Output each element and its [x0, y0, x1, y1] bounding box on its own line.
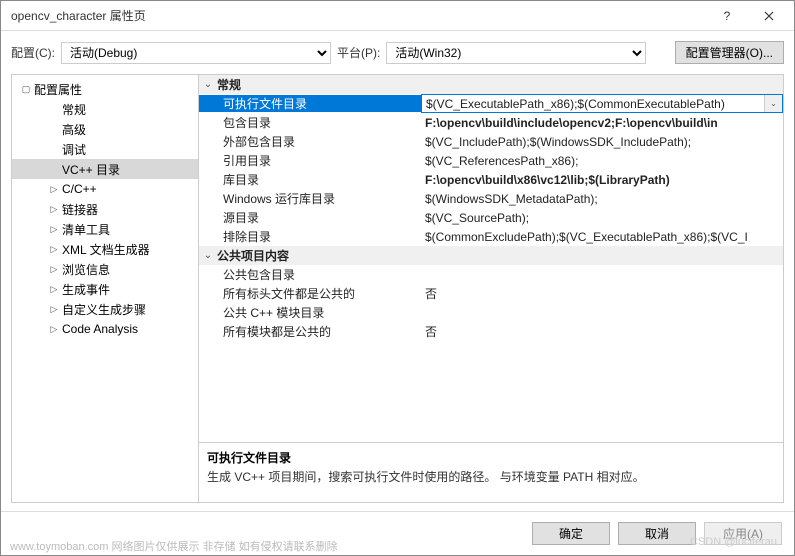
- property-label: Windows 运行库目录: [199, 190, 421, 207]
- property-value[interactable]: F:\opencv\build\include\opencv2;F:\openc…: [421, 116, 783, 130]
- tree-item[interactable]: ▷C/C++: [12, 179, 198, 199]
- property-label: 排除目录: [199, 228, 421, 245]
- property-value[interactable]: $(VC_SourcePath);: [421, 211, 783, 225]
- property-row[interactable]: 库目录F:\opencv\build\x86\vc12\lib;$(Librar…: [199, 170, 783, 189]
- property-value[interactable]: F:\opencv\build\x86\vc12\lib;$(LibraryPa…: [421, 173, 783, 187]
- property-value[interactable]: $(VC_IncludePath);$(WindowsSDK_IncludePa…: [421, 135, 783, 149]
- tree-item[interactable]: ▷生成事件: [12, 279, 198, 299]
- property-label: 引用目录: [199, 152, 421, 169]
- tree-root[interactable]: ▢ 配置属性: [12, 79, 198, 99]
- tree-item-label: C/C++: [62, 182, 97, 196]
- property-row[interactable]: Windows 运行库目录$(WindowsSDK_MetadataPath);: [199, 189, 783, 208]
- property-label: 公共包含目录: [199, 266, 421, 283]
- titlebar: opencv_character 属性页 ?: [1, 1, 794, 31]
- chevron-right-icon: ▷: [48, 204, 60, 215]
- property-row[interactable]: 公共 C++ 模块目录: [199, 303, 783, 322]
- tree-item[interactable]: 调试: [12, 139, 198, 159]
- property-row[interactable]: 排除目录$(CommonExcludePath);$(VC_Executable…: [199, 227, 783, 246]
- tree-item[interactable]: ▷链接器: [12, 199, 198, 219]
- chevron-right-icon: ▷: [48, 304, 60, 315]
- section-header-label: 公共项目内容: [217, 247, 289, 264]
- collapse-icon: ⌄: [199, 79, 217, 90]
- grid-section-header[interactable]: ⌄常规: [199, 75, 783, 94]
- property-value[interactable]: 否: [421, 285, 783, 302]
- chevron-right-icon: ▷: [48, 244, 60, 255]
- property-row[interactable]: 所有标头文件都是公共的否: [199, 284, 783, 303]
- property-value[interactable]: $(CommonExcludePath);$(VC_ExecutablePath…: [421, 230, 783, 244]
- tree-item[interactable]: ▷Code Analysis: [12, 319, 198, 339]
- window-title: opencv_character 属性页: [11, 7, 706, 24]
- tree-item-label: 高级: [62, 121, 86, 138]
- property-label: 源目录: [199, 209, 421, 226]
- tree-root-label: 配置属性: [34, 81, 82, 98]
- tree-item[interactable]: ▷清单工具: [12, 219, 198, 239]
- property-row[interactable]: 所有模块都是公共的否: [199, 322, 783, 341]
- dropdown-button[interactable]: ⌄: [764, 95, 782, 112]
- platform-label: 平台(P):: [337, 44, 380, 61]
- property-label: 包含目录: [199, 114, 421, 131]
- property-value[interactable]: $(WindowsSDK_MetadataPath);: [421, 192, 783, 206]
- chevron-right-icon: ▷: [48, 264, 60, 275]
- close-icon: [764, 11, 774, 21]
- close-button[interactable]: [748, 1, 790, 31]
- tree-item-label: 链接器: [62, 201, 98, 218]
- tree-panel: ▢ 配置属性 常规高级调试VC++ 目录▷C/C++▷链接器▷清单工具▷XML …: [11, 74, 199, 503]
- tree-item-label: 常规: [62, 101, 86, 118]
- property-value[interactable]: $(VC_ExecutablePath_x86);$(CommonExecuta…: [422, 97, 764, 111]
- config-row: 配置(C): 活动(Debug) 平台(P): 活动(Win32) 配置管理器(…: [1, 31, 794, 74]
- grid-section-header[interactable]: ⌄公共项目内容: [199, 246, 783, 265]
- property-row[interactable]: 引用目录$(VC_ReferencesPath_x86);: [199, 151, 783, 170]
- help-button[interactable]: ?: [706, 1, 748, 31]
- tree-item[interactable]: ▷XML 文档生成器: [12, 239, 198, 259]
- apply-button[interactable]: 应用(A): [704, 522, 782, 545]
- section-header-label: 常规: [217, 76, 241, 93]
- tree-item[interactable]: ▷浏览信息: [12, 259, 198, 279]
- chevron-right-icon: ▷: [48, 224, 60, 235]
- description-text: 生成 VC++ 项目期间，搜索可执行文件时使用的路径。 与环境变量 PATH 相…: [207, 468, 775, 485]
- tree-item[interactable]: 常规: [12, 99, 198, 119]
- property-label: 公共 C++ 模块目录: [199, 304, 421, 321]
- property-value[interactable]: 否: [421, 323, 783, 340]
- property-label: 所有模块都是公共的: [199, 323, 421, 340]
- chevron-right-icon: ▷: [48, 284, 60, 295]
- tree-item-label: 清单工具: [62, 221, 110, 238]
- cancel-button[interactable]: 取消: [618, 522, 696, 545]
- tree-item[interactable]: 高级: [12, 119, 198, 139]
- tree-item-label: XML 文档生成器: [62, 241, 150, 258]
- tree-item-label: 生成事件: [62, 281, 110, 298]
- tree-item[interactable]: VC++ 目录: [12, 159, 198, 179]
- tree-item[interactable]: ▷自定义生成步骤: [12, 299, 198, 319]
- property-panel: ⌄常规可执行文件目录$(VC_ExecutablePath_x86);$(Com…: [199, 74, 784, 503]
- config-select[interactable]: 活动(Debug): [61, 42, 331, 64]
- property-label: 外部包含目录: [199, 133, 421, 150]
- property-row[interactable]: 外部包含目录$(VC_IncludePath);$(WindowsSDK_Inc…: [199, 132, 783, 151]
- collapse-icon: ⌄: [199, 250, 217, 261]
- tree-item-label: 浏览信息: [62, 261, 110, 278]
- property-row[interactable]: 源目录$(VC_SourcePath);: [199, 208, 783, 227]
- property-row[interactable]: 公共包含目录: [199, 265, 783, 284]
- ok-button[interactable]: 确定: [532, 522, 610, 545]
- footer: 确定 取消 应用(A): [1, 511, 794, 555]
- tree-item-label: Code Analysis: [62, 322, 138, 336]
- platform-select[interactable]: 活动(Win32): [386, 42, 646, 64]
- tree-item-label: VC++ 目录: [62, 161, 120, 178]
- chevron-right-icon: ▷: [48, 184, 60, 195]
- description-panel: 可执行文件目录 生成 VC++ 项目期间，搜索可执行文件时使用的路径。 与环境变…: [199, 442, 783, 502]
- tree-item-label: 调试: [62, 141, 86, 158]
- property-label: 库目录: [199, 171, 421, 188]
- config-manager-button[interactable]: 配置管理器(O)...: [675, 41, 784, 64]
- description-title: 可执行文件目录: [207, 449, 775, 466]
- property-grid: ⌄常规可执行文件目录$(VC_ExecutablePath_x86);$(Com…: [199, 75, 783, 442]
- property-label: 所有标头文件都是公共的: [199, 285, 421, 302]
- property-label: 可执行文件目录: [199, 95, 421, 112]
- property-row[interactable]: 可执行文件目录$(VC_ExecutablePath_x86);$(Common…: [199, 94, 783, 113]
- chevron-right-icon: ▷: [48, 324, 60, 335]
- tree-item-label: 自定义生成步骤: [62, 301, 146, 318]
- property-row[interactable]: 包含目录F:\opencv\build\include\opencv2;F:\o…: [199, 113, 783, 132]
- chevron-down-icon: ▢: [20, 84, 32, 95]
- config-label: 配置(C):: [11, 44, 55, 61]
- property-value[interactable]: $(VC_ReferencesPath_x86);: [421, 154, 783, 168]
